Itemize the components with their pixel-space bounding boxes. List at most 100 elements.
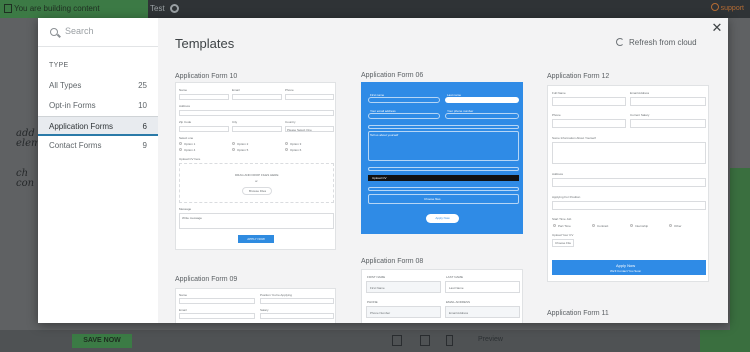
preview-text: Email [179, 308, 187, 312]
preview-text: Email Address [630, 91, 650, 95]
preview-field: Write message [179, 213, 334, 229]
preview-radio [232, 142, 235, 145]
preview-field: Last Name [445, 281, 520, 293]
preview-field [179, 298, 255, 304]
preview-text: Please Select One [287, 128, 312, 132]
preview-text: Phone [285, 88, 294, 92]
preview-text: City [232, 120, 238, 124]
preview-field [179, 110, 334, 116]
publish-area [700, 330, 750, 352]
preview-radio [630, 224, 633, 227]
preview-text: Start Time Job [552, 217, 572, 221]
filter-count: 10 [138, 101, 147, 110]
template-card-application-form-06[interactable]: First name Last name Your email address … [361, 82, 523, 234]
preview-button: Apply Now [426, 214, 459, 223]
preview-field: Browse Files [242, 187, 272, 195]
support-label: support [720, 5, 744, 12]
template-name: Application Form 09 [175, 276, 238, 283]
preview-text: Browse Files [249, 189, 267, 193]
preview-field [552, 119, 626, 128]
canvas-element [730, 168, 750, 348]
preview-field [552, 201, 706, 210]
help-icon [710, 3, 719, 11]
search-input[interactable] [65, 26, 155, 36]
preview-field [552, 97, 626, 106]
preview-radio [285, 142, 288, 145]
preview-text: EMAIL ADDRESS [446, 300, 471, 304]
divider [38, 46, 158, 47]
preview-field [368, 187, 519, 191]
preview-field [368, 113, 440, 119]
filter-contact-forms[interactable]: Contact Forms 9 [38, 136, 158, 156]
preview-field: Please Select One [285, 126, 334, 132]
preview-text: Phone Number [370, 311, 391, 315]
tablet-view-icon[interactable] [420, 335, 430, 346]
preview-text: Select one [179, 136, 194, 140]
preview-text: Other [674, 224, 682, 228]
preview-field [368, 194, 519, 204]
filter-all-types[interactable]: All Types 25 [38, 76, 158, 96]
sidebar-panel: TYPE All Types 25 Opt-in Forms 10 Applic… [38, 18, 158, 323]
template-card-application-form-10[interactable]: Name Email Phone Address Zip Code City C… [175, 82, 336, 250]
desktop-view-icon[interactable] [392, 335, 402, 346]
preview-field [260, 298, 334, 304]
preview-text: Current Salary [630, 113, 650, 117]
preview-radio [179, 148, 182, 151]
preview-dropzone: DRAG AND DROP FILES HERE or Browse Files [179, 163, 334, 203]
preview-radio [179, 142, 182, 145]
filter-application-forms[interactable]: Application Forms 6 [38, 116, 158, 136]
filter-label: Contact Forms [49, 141, 102, 150]
tab-test[interactable]: Test [150, 0, 165, 18]
preview-text: Last name [447, 93, 462, 97]
preview-text: Option 3 [290, 142, 302, 146]
preview-text: Name [179, 88, 188, 92]
template-name: Application Form 10 [175, 73, 238, 80]
preview-field [179, 126, 229, 132]
preview-text: Address [552, 172, 564, 176]
page-title: Templates [175, 36, 235, 51]
preview-text: Option 1 [184, 142, 196, 146]
preview-field [368, 175, 519, 181]
gear-icon[interactable] [170, 4, 179, 13]
refresh-from-cloud-button[interactable]: Refresh from cloud [616, 38, 697, 47]
preview-field [368, 97, 440, 103]
search-box[interactable] [50, 26, 155, 39]
templates-modal: TYPE All Types 25 Opt-in Forms 10 Applic… [38, 18, 728, 323]
preview-text: Option 2 [237, 142, 249, 146]
preview-text: LAST NAME [446, 275, 463, 279]
mobile-view-icon[interactable] [446, 335, 453, 346]
preview-field [445, 97, 519, 103]
preview-field [630, 119, 706, 128]
save-now-button[interactable]: SAVE NOW [72, 334, 132, 348]
template-name: Application Form 08 [361, 258, 424, 265]
preview-field [368, 131, 519, 161]
preview-text: Phone [552, 113, 561, 117]
preview-field [260, 313, 334, 319]
template-card-application-form-09[interactable]: Name Position You're Applying Email Sala… [175, 288, 336, 323]
preview-field: Choose File [552, 239, 574, 247]
preview-field: First Name [366, 281, 441, 293]
preview-text: DRAG AND DROP FILES HERE [235, 173, 279, 177]
preview-field: Phone Number [366, 306, 441, 318]
support-link[interactable]: support [710, 0, 744, 18]
preview-text: Message [179, 207, 192, 211]
filter-opt-in-forms[interactable]: Opt-in Forms 10 [38, 96, 158, 116]
preview-text: Upload CV here [179, 157, 201, 161]
preview-button[interactable]: Preview [478, 333, 503, 347]
preview-text: We'll Contact You Soon [610, 269, 642, 273]
preview-button: Apply Now We'll Contact You Soon [552, 260, 706, 275]
preview-field [179, 94, 229, 100]
close-icon[interactable]: ✕ [711, 21, 723, 34]
preview-text: Applying For Position [552, 195, 581, 199]
preview-button: APPLY NOW [238, 235, 274, 243]
preview-text: Contract [597, 224, 609, 228]
refresh-label: Refresh from cloud [629, 38, 697, 47]
template-card-application-form-12[interactable]: Full Name Email Address Phone Current Sa… [547, 85, 709, 282]
preview-text: Upload Your CV [552, 233, 574, 237]
template-card-application-form-08[interactable]: FIRST NAME LAST NAME First Name Last Nam… [361, 269, 523, 323]
template-name: Application Form 12 [547, 73, 610, 80]
templates-main: Templates Refresh from cloud Application… [158, 18, 728, 323]
preview-radio [285, 148, 288, 151]
editing-banner: You are building content [0, 0, 148, 18]
preview-text: Email [232, 88, 240, 92]
